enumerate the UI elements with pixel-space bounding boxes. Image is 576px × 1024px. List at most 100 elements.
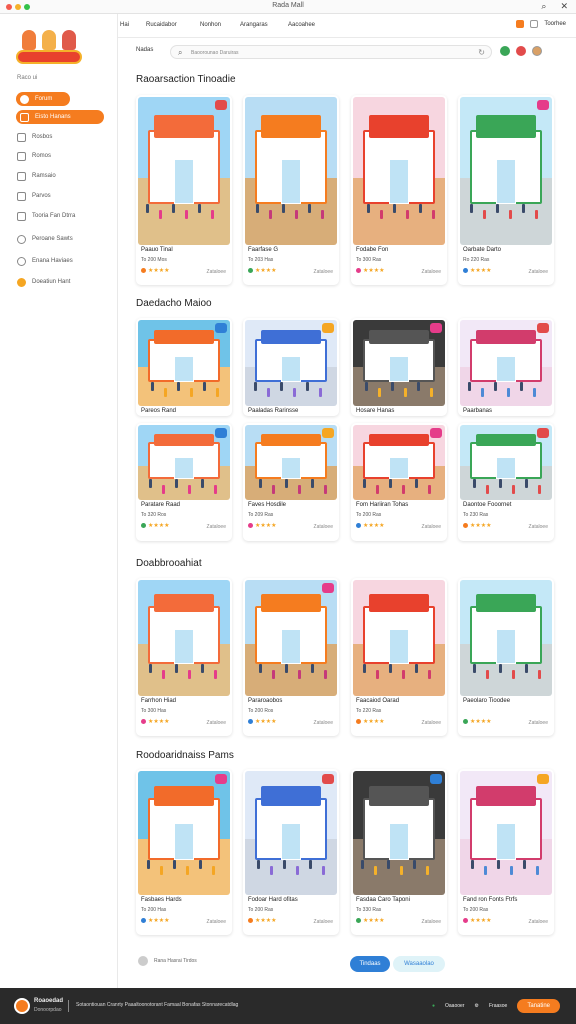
store-card-meta[interactable]: Zataloee <box>207 269 226 275</box>
footer-links[interactable]: Sotaontiouan Cranrty Paaaltoonotorant Fa… <box>76 1002 238 1008</box>
store-card-image[interactable] <box>245 580 337 696</box>
search-icon[interactable]: ⌕ <box>541 1 546 12</box>
store-card-meta[interactable]: Zataloee <box>314 269 333 275</box>
store-card[interactable]: Hosare Hanas <box>351 318 447 416</box>
favorite-badge-icon[interactable] <box>322 774 334 784</box>
favorite-badge-icon[interactable] <box>215 428 227 438</box>
store-card[interactable]: Fasbaes Hards To 200 Has ★★★★ Zataloee <box>136 769 232 935</box>
store-card[interactable]: Faves Hosdile To 209 Ras ★★★★ Zataloee <box>243 423 339 541</box>
favorite-badge-icon[interactable] <box>215 774 227 784</box>
share-icon[interactable] <box>500 46 510 56</box>
favorite-badge-icon[interactable] <box>537 774 549 784</box>
store-card[interactable]: Paaladas Rarinsse <box>243 318 339 416</box>
favorite-badge-icon[interactable] <box>537 323 549 333</box>
sidebar-item-stores[interactable]: Rosbos <box>17 130 107 144</box>
store-card[interactable]: Paeolaro Tioodee ★★★★ Zataloee <box>458 578 554 736</box>
store-card[interactable]: Fand ron Fonts Ftrfs To 200 Ras ★★★★ Zatalo… <box>458 769 554 935</box>
store-card-meta[interactable]: Zataloee <box>422 269 441 275</box>
store-card-image[interactable] <box>460 97 552 245</box>
favorite-badge-icon[interactable] <box>322 428 334 438</box>
store-card-meta[interactable]: Zataloee <box>529 919 548 925</box>
store-card-meta[interactable]: Zataloee <box>529 524 548 530</box>
store-card-image[interactable] <box>138 320 230 406</box>
store-card-image[interactable] <box>245 320 337 406</box>
search-bar[interactable]: ⌕ Baoorounao Daruiras ↻ <box>170 45 492 59</box>
favorite-badge-icon[interactable] <box>537 428 549 438</box>
store-card[interactable]: Faacaiod Oarad To 220 Ras ★★★★ Zataloee <box>351 578 447 736</box>
store-card-meta[interactable]: Zataloee <box>314 524 333 530</box>
pager-prev-button[interactable]: Tindaas <box>350 956 390 972</box>
store-card[interactable]: Paratare Raad To 320 Ros ★★★★ Zataloee <box>136 423 232 541</box>
tab-access[interactable]: Aacoahee <box>288 22 315 28</box>
favorite-badge-icon[interactable] <box>322 323 334 333</box>
footer-right-text-2[interactable]: Fraasoe <box>489 1003 507 1009</box>
store-card-image[interactable] <box>353 97 445 245</box>
favorite-badge-icon[interactable] <box>215 100 227 110</box>
refresh-icon[interactable]: ↻ <box>478 48 485 57</box>
store-card[interactable]: Daontoe Fooornet To 230 Ras ★★★★ Zataloee <box>458 423 554 541</box>
store-card-meta[interactable]: Zataloee <box>529 720 548 726</box>
store-card-image[interactable] <box>460 771 552 895</box>
favorite-badge-icon[interactable] <box>430 428 442 438</box>
store-card[interactable]: Paauo Tinal To 200 Mos ★★★★ Zataloee <box>136 95 232 285</box>
store-card-image[interactable] <box>353 771 445 895</box>
store-card[interactable]: Pararoaobos To 200 Ros ★★★★ Zataloee <box>243 578 339 736</box>
store-card[interactable]: Paarbanas <box>458 318 554 416</box>
store-card-meta[interactable]: Zataloee <box>314 720 333 726</box>
layout-icon[interactable] <box>530 20 539 28</box>
store-card-image[interactable] <box>460 580 552 696</box>
favorite-badge-icon[interactable] <box>537 100 549 110</box>
store-card-image[interactable] <box>138 771 230 895</box>
cart-icon[interactable] <box>516 20 525 28</box>
app-logo[interactable] <box>16 24 82 72</box>
store-card-image[interactable] <box>460 320 552 406</box>
store-card-image[interactable] <box>138 580 230 696</box>
store-card-image[interactable] <box>353 580 445 696</box>
store-card-meta[interactable]: Zataloee <box>422 524 441 530</box>
sidebar-item-rewards[interactable]: Ramsaio <box>17 169 107 183</box>
notification-icon[interactable] <box>516 46 526 56</box>
store-card-meta[interactable]: Zataloee <box>422 720 441 726</box>
tab-home[interactable]: Hai <box>120 22 129 28</box>
sidebar-item-fun-zone[interactable]: Tooria Fan Dtrra <box>17 209 107 223</box>
store-card[interactable]: Faarfase G To 203 Has ★★★★ Zataloee <box>243 95 339 285</box>
close-icon[interactable]: ✕ <box>560 1 568 12</box>
tab-arrangements[interactable]: Arangaras <box>240 22 268 28</box>
tab-categories[interactable]: Rucaidabor <box>146 22 177 28</box>
sidebar-item-parks[interactable]: Parvos <box>17 189 107 203</box>
store-card[interactable]: Fasdaa Caro Taponi To 330 Ras ★★★★ Zataloee <box>351 769 447 935</box>
store-card[interactable]: Fodabe Fon To 300 Ras ★★★★ Zataloee <box>351 95 447 285</box>
pager-next-button[interactable]: Wasaaolao <box>393 956 445 972</box>
favorite-badge-icon[interactable] <box>322 583 334 593</box>
store-card-image[interactable] <box>245 771 337 895</box>
sidebar-item-featured[interactable]: Eisto Hanans <box>16 110 104 124</box>
favorite-badge-icon[interactable] <box>430 323 442 333</box>
sidebar-item-personal-seats[interactable]: Peroane Sawts <box>17 232 107 246</box>
settings-icon[interactable]: ⚙ <box>474 1003 478 1009</box>
favorite-badge-icon[interactable] <box>430 774 442 784</box>
footer-right-text[interactable]: Oaaooer <box>445 1003 464 1009</box>
store-card-meta[interactable]: Zataloee <box>207 720 226 726</box>
tab-new[interactable]: Nonhon <box>200 22 221 28</box>
avatar[interactable] <box>532 46 542 56</box>
sidebar-item-rooms[interactable]: Romos <box>17 149 107 163</box>
store-card-meta[interactable]: Zataloee <box>422 919 441 925</box>
sidebar-item-events[interactable]: Enana Haviaes <box>17 254 107 268</box>
store-card-meta[interactable]: Zataloee <box>314 919 333 925</box>
filter-label[interactable]: Nadas <box>136 47 153 53</box>
store-card-meta[interactable]: Zataloee <box>207 919 226 925</box>
store-card-image[interactable] <box>138 97 230 245</box>
store-card-image[interactable] <box>353 320 445 406</box>
topnav-ext-label[interactable]: Toorhee <box>544 21 566 27</box>
sidebar-item-forum[interactable]: Forum <box>16 92 70 106</box>
store-card-meta[interactable]: Zataloee <box>529 269 548 275</box>
footer-cta-button[interactable]: Tanatine <box>517 999 560 1013</box>
store-card[interactable]: Farrhon Hiad To 300 Has ★★★★ Zataloee <box>136 578 232 736</box>
search-input[interactable]: Baoorounao Daruiras <box>191 50 239 56</box>
store-card[interactable]: Pareos Rand <box>136 318 232 416</box>
sidebar-item-donation[interactable]: Doeatiun Hant <box>17 275 107 289</box>
store-card-meta[interactable]: Zataloee <box>207 524 226 530</box>
store-card[interactable]: Oarbate Darto Ro 220 Ras ★★★★ Zataloee <box>458 95 554 285</box>
store-card[interactable]: Fom Hariiran Tohas To 200 Ras ★★★★ Zataloee <box>351 423 447 541</box>
store-card[interactable]: Fodoar Hard ofitas To 200 Ras ★★★★ Zataloee <box>243 769 339 935</box>
